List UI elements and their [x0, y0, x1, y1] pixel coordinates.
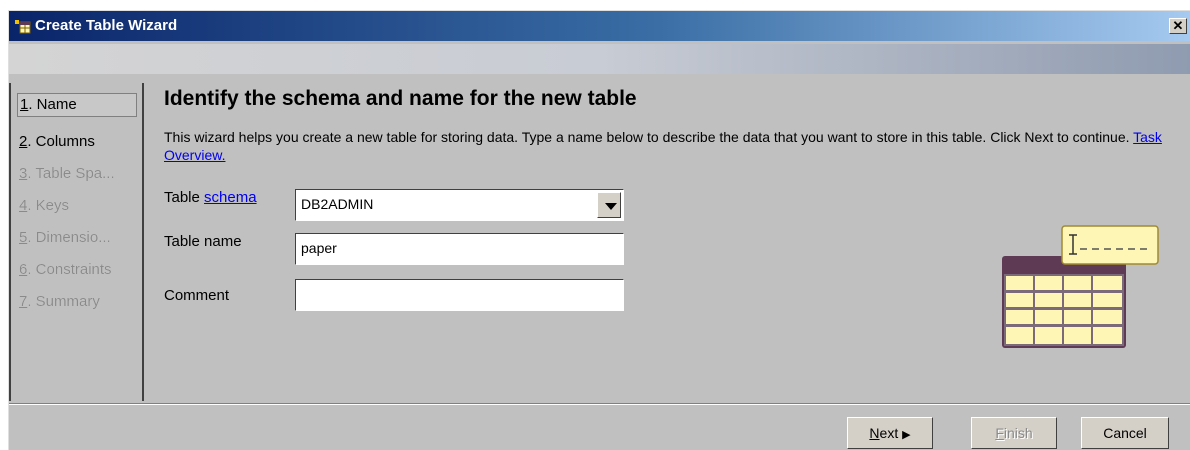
close-button[interactable]: ✕ — [1169, 18, 1187, 34]
step-name[interactable]: 1. Name — [17, 93, 137, 117]
schema-value: DB2ADMIN — [301, 196, 374, 212]
title-bar: Create Table Wizard ✕ — [9, 11, 1190, 41]
step-label: . Constraints — [27, 261, 112, 278]
step-table-space: 3. Table Spa... — [19, 165, 115, 182]
wizard-description: This wizard helps you create a new table… — [164, 128, 1174, 164]
table-name-value: paper — [301, 240, 337, 256]
step-columns[interactable]: 2. Columns — [19, 133, 95, 150]
wizard-title-icon — [15, 20, 31, 34]
cancel-button[interactable]: Cancel — [1081, 417, 1169, 449]
wizard-banner — [9, 44, 1190, 74]
step-label: . Keys — [27, 197, 70, 214]
steps-sidebar: 1. Name 2. Columns 3. Table Spa... 4. Ke… — [11, 83, 144, 401]
description-text: This wizard helps you create a new table… — [164, 129, 1130, 145]
next-label: ext — [879, 425, 899, 441]
finish-mnemonic: F — [995, 425, 1004, 441]
schema-select[interactable]: DB2ADMIN — [295, 189, 624, 221]
wizard-window: Create Table Wizard ✕ 1. Name 2. Columns… — [8, 10, 1190, 450]
comment-input[interactable] — [295, 279, 624, 311]
schema-label: Table schema — [164, 189, 257, 206]
table-name-label: Table name — [164, 233, 242, 250]
comment-label: Comment — [164, 287, 230, 304]
table-illustration-icon — [1002, 225, 1159, 348]
next-arrow-icon: ▶ — [902, 429, 911, 441]
finish-label: inish — [1003, 425, 1033, 441]
schema-label-text: Table — [164, 189, 200, 206]
finish-button: Finish — [971, 417, 1057, 449]
step-constraints: 6. Constraints — [19, 261, 112, 278]
step-summary: 7. Summary — [19, 293, 100, 310]
step-keys: 4. Keys — [19, 197, 69, 214]
next-button[interactable]: Next ▶ — [847, 417, 933, 449]
step-label: . Table Spa... — [27, 165, 115, 182]
table-name-input[interactable]: paper — [295, 233, 624, 265]
step-label: . Summary — [27, 293, 100, 310]
step-label: . Name — [28, 96, 77, 113]
page-title: Identify the schema and name for the new… — [164, 87, 637, 110]
window-title: Create Table Wizard — [35, 17, 178, 34]
next-mnemonic: N — [869, 425, 880, 441]
dropdown-arrow-icon[interactable] — [597, 192, 621, 218]
schema-link[interactable]: schema — [204, 189, 257, 206]
close-icon: ✕ — [1172, 18, 1184, 33]
step-label: . Columns — [27, 133, 95, 150]
footer-divider — [9, 403, 1190, 405]
step-label: . Dimensio... — [27, 229, 111, 246]
step-dimensions: 5. Dimensio... — [19, 229, 111, 246]
